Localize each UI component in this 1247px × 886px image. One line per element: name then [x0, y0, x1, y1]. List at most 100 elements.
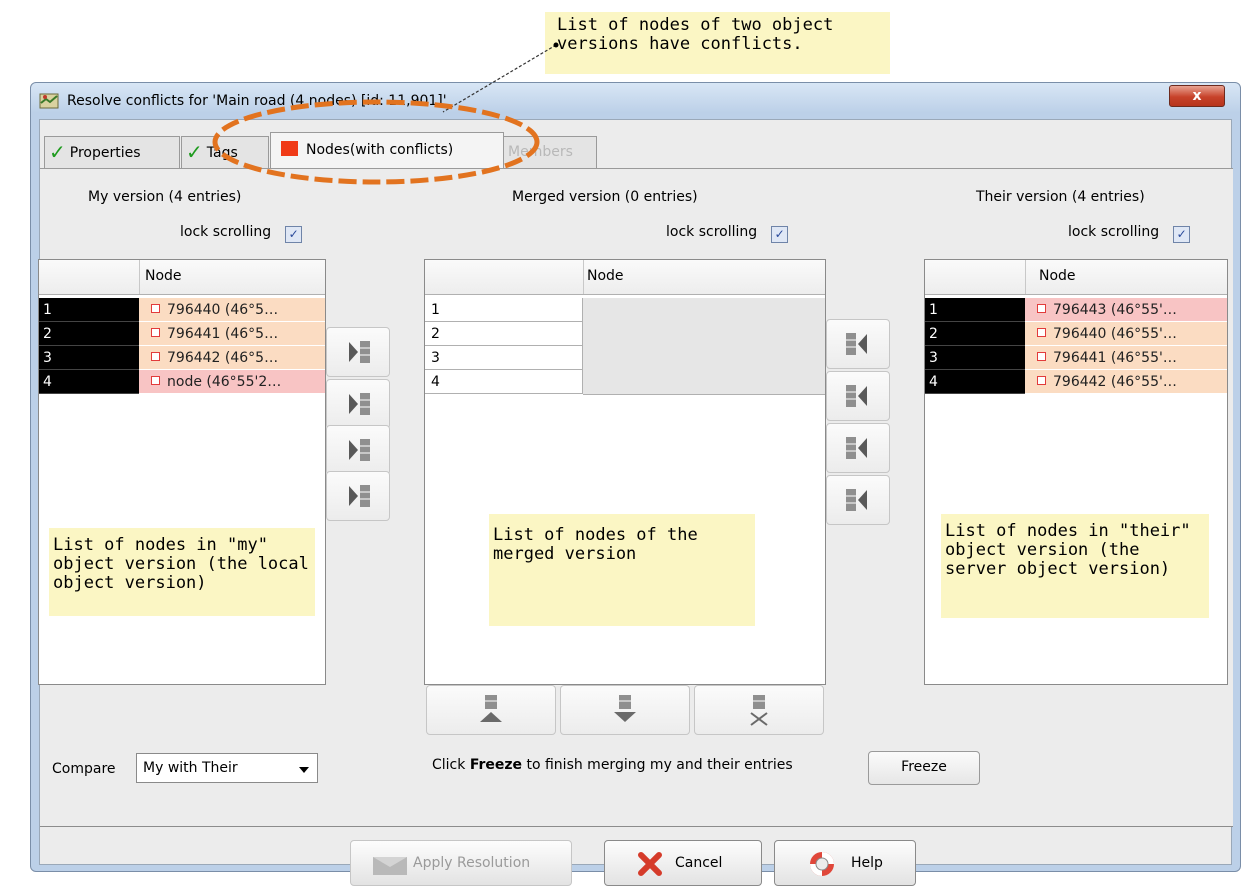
- node-cell: 796442 (46°55'…: [1025, 370, 1227, 394]
- my-lock-scrolling[interactable]: lock scrolling ✓: [180, 224, 303, 243]
- table-header: Node: [925, 260, 1227, 295]
- table-row[interactable]: 3 796442 (46°5…: [39, 346, 325, 370]
- callout-text: List of nodes of two object versions hav…: [557, 15, 834, 54]
- move-down-icon: [614, 695, 636, 722]
- table-row[interactable]: 4 node (46°55'2…: [39, 370, 325, 394]
- row-number: 2: [925, 322, 1025, 346]
- move-down-button[interactable]: [560, 685, 690, 735]
- lock-scrolling-checkbox[interactable]: ✓: [1173, 226, 1191, 243]
- row-number: 2: [425, 322, 583, 346]
- copy-my-to-end-button[interactable]: [326, 471, 390, 521]
- move-up-icon: [480, 695, 502, 722]
- node-cell: 796441 (46°55'…: [1025, 346, 1227, 370]
- copy-their-before-button[interactable]: [826, 371, 890, 421]
- tab-label: Nodes(with conflicts): [306, 142, 454, 158]
- conflict-icon: [281, 141, 298, 156]
- row-number: 4: [925, 370, 1025, 394]
- copy-left-icon: [846, 437, 867, 459]
- merged-lock-scrolling[interactable]: lock scrolling ✓: [666, 224, 789, 243]
- node-cell: 796441 (46°5…: [139, 322, 325, 346]
- row-number: 3: [925, 346, 1025, 370]
- node-icon: [1037, 376, 1046, 385]
- tab-tags[interactable]: ✓ Tags: [181, 136, 269, 168]
- their-lock-scrolling[interactable]: lock scrolling ✓: [1068, 224, 1191, 243]
- table-header: Node: [425, 260, 825, 295]
- close-icon: x: [1192, 88, 1202, 104]
- tab-members[interactable]: Members: [503, 136, 597, 168]
- node-icon: [1037, 304, 1046, 313]
- their-nodes-table[interactable]: Node 1 796443 (46°55'… 2 796440 (46°55'……: [924, 259, 1228, 685]
- close-button[interactable]: x: [1169, 85, 1225, 107]
- table-row[interactable]: 2 796441 (46°5…: [39, 322, 325, 346]
- table-header: Node: [39, 260, 325, 295]
- tab-properties[interactable]: ✓ Properties: [44, 136, 180, 168]
- node-cell-empty: [583, 298, 825, 323]
- callout-note-top: List of nodes of two object versions hav…: [545, 12, 890, 74]
- node-cell: 796440 (46°55'…: [1025, 322, 1227, 346]
- node-icon: [151, 352, 160, 361]
- footer-divider: [40, 826, 1233, 827]
- table-row[interactable]: 3: [425, 346, 825, 371]
- move-up-button[interactable]: [426, 685, 556, 735]
- callout-note-my: List of nodes in "my" object version (th…: [49, 528, 315, 616]
- map-app-icon: [39, 91, 59, 111]
- node-icon: [1037, 352, 1046, 361]
- copy-their-after-button[interactable]: [826, 423, 890, 473]
- node-icon: [151, 304, 160, 313]
- table-row[interactable]: 4 796442 (46°55'…: [925, 370, 1227, 394]
- chevron-down-icon: [299, 767, 309, 773]
- table-row[interactable]: 1 796443 (46°55'…: [925, 298, 1227, 322]
- node-cell: 796442 (46°5…: [139, 346, 325, 370]
- table-row[interactable]: 4: [425, 370, 825, 395]
- merged-nodes-table[interactable]: Node 1 2 3 4 List of nodes of the merged…: [424, 259, 826, 685]
- compare-label: Compare: [52, 761, 116, 777]
- node-icon: [151, 328, 160, 337]
- node-cell-empty: [583, 346, 825, 371]
- copy-my-after-button[interactable]: [326, 425, 390, 475]
- lock-scrolling-label: lock scrolling: [666, 224, 758, 240]
- row-number: 1: [425, 298, 583, 322]
- cancel-icon: [638, 852, 662, 876]
- node-icon: [1037, 328, 1046, 337]
- help-button[interactable]: Help: [774, 840, 916, 886]
- copy-right-icon: [349, 341, 370, 363]
- table-row[interactable]: 2 796440 (46°55'…: [925, 322, 1227, 346]
- title-bar[interactable]: Resolve conflicts for 'Main road (4 node…: [31, 83, 1240, 119]
- merged-version-header: Merged version (0 entries): [512, 189, 698, 205]
- node-cell-empty: [583, 322, 825, 347]
- lock-scrolling-checkbox[interactable]: ✓: [771, 226, 789, 243]
- apply-resolution-button[interactable]: Apply Resolution: [350, 840, 572, 886]
- copy-left-icon: [846, 385, 867, 407]
- remove-icon: [750, 695, 768, 726]
- node-icon: [151, 376, 160, 385]
- freeze-button[interactable]: Freeze: [868, 751, 980, 785]
- compare-dropdown[interactable]: My with Their: [136, 753, 318, 783]
- cancel-button[interactable]: Cancel: [604, 840, 762, 886]
- nodes-merge-panel: My version (4 entries) Merged version (0…: [38, 168, 1233, 826]
- check-icon: ✓: [49, 140, 66, 164]
- check-icon: ✓: [186, 140, 203, 164]
- copy-my-before-button[interactable]: [326, 379, 390, 429]
- copy-right-icon: [349, 439, 370, 461]
- copy-my-to-top-button[interactable]: [326, 327, 390, 377]
- copy-right-icon: [349, 393, 370, 415]
- row-number: 3: [425, 346, 583, 370]
- node-cell: node (46°55'2…: [139, 370, 325, 394]
- remove-button[interactable]: [694, 685, 824, 735]
- node-cell: 796443 (46°55'…: [1025, 298, 1227, 322]
- lock-scrolling-label: lock scrolling: [180, 224, 272, 240]
- table-row[interactable]: 3 796441 (46°55'…: [925, 346, 1227, 370]
- dialog-content: ✓ Properties ✓ Tags Members Nodes(with con…: [38, 119, 1233, 886]
- table-row[interactable]: 2: [425, 322, 825, 347]
- lock-scrolling-checkbox[interactable]: ✓: [285, 226, 303, 243]
- copy-their-to-end-button[interactable]: [826, 475, 890, 525]
- row-number: 4: [39, 370, 139, 394]
- my-nodes-table[interactable]: Node 1 796440 (46°5… 2 796441 (46°5… 3 7…: [38, 259, 326, 685]
- tab-label: Members: [508, 144, 573, 160]
- tab-nodes[interactable]: Nodes(with conflicts): [270, 132, 504, 168]
- table-row[interactable]: 1 796440 (46°5…: [39, 298, 325, 322]
- my-version-header: My version (4 entries): [88, 189, 242, 205]
- copy-their-to-top-button[interactable]: [826, 319, 890, 369]
- table-row[interactable]: 1: [425, 298, 825, 323]
- resolve-conflicts-dialog: Resolve conflicts for 'Main road (4 node…: [30, 82, 1241, 886]
